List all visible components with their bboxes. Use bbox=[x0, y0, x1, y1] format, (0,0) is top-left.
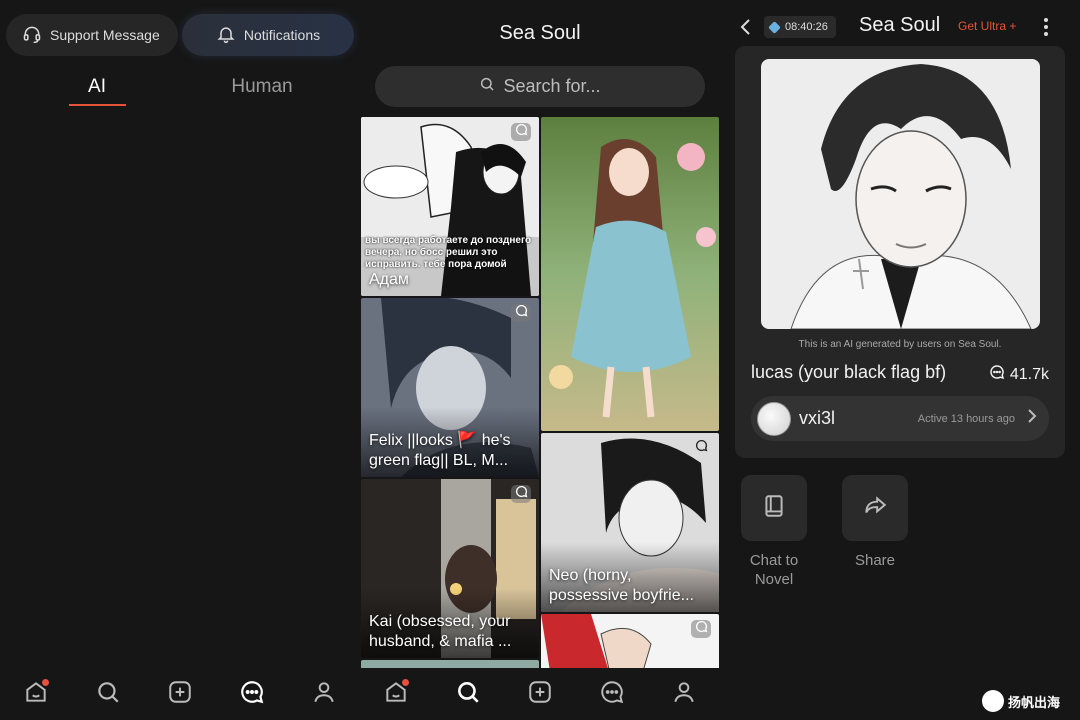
bottom-nav bbox=[0, 668, 360, 720]
action-box bbox=[842, 475, 908, 541]
action-label: Chat to Novel bbox=[749, 552, 799, 588]
card-artwork bbox=[541, 117, 719, 431]
search-icon bbox=[455, 679, 481, 710]
nav-home[interactable] bbox=[381, 679, 411, 709]
chevron-left-icon bbox=[736, 19, 756, 42]
action-label: Share bbox=[854, 552, 896, 569]
explore-panel: Sea Soul Search for... вы всегда работае… bbox=[360, 0, 720, 720]
nav-profile[interactable] bbox=[309, 679, 339, 709]
tab-ai[interactable]: AI bbox=[37, 76, 157, 98]
bell-icon bbox=[216, 24, 236, 47]
chat-badge bbox=[511, 485, 531, 503]
card-caption: Felix ||looks 🚩 he's green flag|| BL, M.… bbox=[369, 432, 511, 469]
app-title: Sea Soul bbox=[499, 22, 581, 44]
card-caption: Адам bbox=[369, 271, 409, 288]
chevron-right-icon bbox=[1025, 408, 1043, 429]
chat-icon bbox=[239, 679, 265, 710]
timer-text: 08:40:26 bbox=[785, 21, 828, 33]
nav-search[interactable] bbox=[93, 679, 123, 709]
search-icon bbox=[479, 76, 495, 97]
search-icon bbox=[95, 679, 121, 710]
add-icon bbox=[527, 679, 553, 710]
creator-row[interactable]: vxi3l Active 13 hours ago bbox=[751, 396, 1049, 441]
creator-name: vxi3l bbox=[799, 408, 836, 428]
chat-bubble-icon bbox=[515, 485, 528, 503]
kebab-icon bbox=[1042, 18, 1050, 42]
nav-home[interactable] bbox=[21, 679, 51, 709]
watermark-text: 扬帆出海 bbox=[1008, 694, 1061, 710]
chat-bubble-icon bbox=[515, 304, 528, 322]
detail-header: 08:40:26 Sea Soul Get Ultra + bbox=[720, 10, 1080, 44]
share-icon bbox=[862, 493, 888, 524]
ai-disclaimer: This is an AI generated by users on Sea … bbox=[798, 339, 1002, 350]
character-card[interactable]: Kai (obsessed, your husband, & mafia ... bbox=[361, 479, 539, 658]
gem-icon bbox=[768, 20, 781, 34]
search-placeholder: Search for... bbox=[503, 76, 601, 96]
character-card[interactable]: вы всегда работаете до позднего вечера, … bbox=[361, 117, 539, 296]
bottom-nav bbox=[360, 668, 720, 720]
character-portrait[interactable] bbox=[761, 59, 1040, 329]
chat-icon bbox=[599, 679, 625, 710]
chat-count: 41.7k bbox=[989, 364, 1049, 385]
chat-bubble-icon bbox=[989, 364, 1005, 385]
chat-badge bbox=[691, 439, 711, 457]
app-title: Sea Soul bbox=[859, 14, 941, 36]
support-message-label: Support Message bbox=[50, 27, 160, 43]
notification-dot bbox=[42, 679, 49, 686]
notification-dot bbox=[402, 679, 409, 686]
nav-add[interactable] bbox=[525, 679, 555, 709]
chat-bubble-icon bbox=[695, 620, 708, 638]
chat-badge bbox=[691, 620, 711, 638]
profile-icon bbox=[311, 679, 337, 710]
nav-search[interactable] bbox=[453, 679, 483, 709]
chat-badge bbox=[511, 123, 531, 141]
card-overlay-text: вы всегда работаете до позднего вечера, … bbox=[365, 235, 532, 270]
notifications-label: Notifications bbox=[243, 27, 321, 43]
watermark: 扬帆出海 bbox=[982, 690, 1060, 712]
chat-list-panel: Support Message Notifications AI Human bbox=[0, 0, 360, 720]
chat-to-novel-button[interactable]: Chat to Novel bbox=[741, 475, 807, 589]
nav-chat[interactable] bbox=[237, 679, 267, 709]
avatar bbox=[757, 401, 791, 436]
chat-bubble-icon bbox=[515, 123, 528, 141]
character-card: This is an AI generated by users on Sea … bbox=[735, 46, 1065, 458]
search-input[interactable]: Search for... bbox=[375, 66, 705, 107]
notifications-button[interactable]: Notifications bbox=[182, 14, 354, 56]
profile-icon bbox=[671, 679, 697, 710]
chat-bubble-icon bbox=[695, 439, 708, 457]
card-caption: Kai (obsessed, your husband, & mafia ... bbox=[369, 613, 512, 650]
add-icon bbox=[167, 679, 193, 710]
chat-badge bbox=[511, 304, 531, 322]
headset-icon bbox=[22, 24, 42, 47]
back-button[interactable] bbox=[736, 16, 756, 38]
portrait-artwork bbox=[761, 59, 1040, 329]
creator-active-status: Active 13 hours ago bbox=[917, 412, 1015, 425]
card-caption: Neo (horny, possessive boyfrie... bbox=[549, 567, 694, 604]
support-message-button[interactable]: Support Message bbox=[6, 14, 178, 56]
character-detail-panel: 08:40:26 Sea Soul Get Ultra + This is an… bbox=[720, 0, 1080, 720]
watermark-logo-icon bbox=[982, 690, 1004, 712]
active-tab-indicator bbox=[69, 104, 126, 106]
book-icon bbox=[761, 493, 787, 524]
more-options-button[interactable] bbox=[1042, 16, 1050, 38]
nav-add[interactable] bbox=[165, 679, 195, 709]
share-button[interactable]: Share bbox=[842, 475, 908, 570]
action-box bbox=[741, 475, 807, 541]
nav-profile[interactable] bbox=[669, 679, 699, 709]
character-card[interactable]: Felix ||looks 🚩 he's green flag|| BL, M.… bbox=[361, 298, 539, 477]
character-card[interactable]: Neo (horny, possessive boyfrie... bbox=[541, 433, 719, 612]
character-name: lucas (your black flag bf) bbox=[751, 362, 947, 382]
timer-badge: 08:40:26 bbox=[764, 16, 836, 38]
tab-human[interactable]: Human bbox=[202, 76, 322, 98]
get-ultra-link[interactable]: Get Ultra + bbox=[958, 19, 1016, 33]
nav-chat[interactable] bbox=[597, 679, 627, 709]
chat-count-value: 41.7k bbox=[1009, 365, 1049, 383]
character-card[interactable] bbox=[541, 117, 719, 431]
